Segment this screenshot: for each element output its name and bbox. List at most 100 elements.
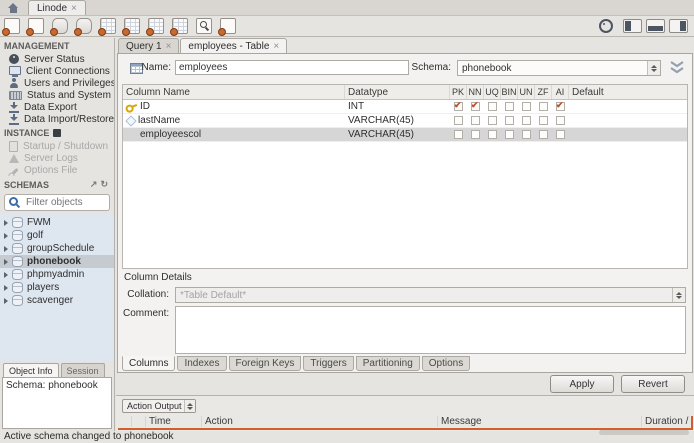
header-right-edge: [691, 416, 693, 430]
create-procedure-icon[interactable]: [146, 18, 164, 36]
table-row[interactable]: lastName VARCHAR(45): [123, 114, 687, 128]
table-row-selected[interactable]: employeescol VARCHAR(45): [123, 128, 687, 142]
server-info-icon[interactable]: [50, 18, 68, 36]
schema-item-phonebook[interactable]: phonebook: [0, 255, 114, 268]
sidebar-item-server-logs[interactable]: Server Logs: [0, 152, 114, 164]
close-icon[interactable]: ×: [273, 41, 279, 52]
sidebar-item-data-export[interactable]: Data Export: [0, 101, 114, 113]
tab-employees-table[interactable]: employees - Table ×: [180, 38, 288, 54]
nn-checkbox[interactable]: [471, 100, 480, 111]
horizontal-scrollbar-thumb[interactable]: [599, 430, 689, 435]
tab-foreign-keys[interactable]: Foreign Keys: [228, 356, 302, 371]
variables-icon: [9, 90, 22, 100]
sidebar-item-client-connections[interactable]: Client Connections: [0, 65, 114, 77]
name-label: Name:: [141, 62, 171, 73]
apply-button[interactable]: Apply: [550, 375, 614, 393]
toggle-right-panel-button[interactable]: [669, 19, 688, 33]
toggle-left-panel-button[interactable]: [623, 19, 642, 33]
create-view-icon[interactable]: [122, 18, 140, 36]
apply-revert-row: Apply Revert: [116, 373, 694, 395]
sidebar-item-server-status[interactable]: Server Status: [0, 53, 114, 65]
zf-checkbox[interactable]: [539, 116, 548, 125]
pk-checkbox[interactable]: [454, 130, 463, 139]
close-icon[interactable]: ×: [166, 41, 172, 52]
schema-item-phpmyadmin[interactable]: phpmyadmin: [0, 268, 114, 281]
nn-checkbox[interactable]: [471, 130, 480, 139]
connection-tab-close-icon[interactable]: ×: [71, 3, 77, 14]
search-objects-icon[interactable]: [196, 18, 212, 34]
home-tab[interactable]: [0, 1, 26, 15]
zf-checkbox[interactable]: [539, 130, 548, 139]
un-checkbox[interactable]: [522, 130, 531, 139]
connection-tab[interactable]: Linode ×: [28, 0, 86, 15]
sidebar-item-options-file[interactable]: Options File: [0, 164, 114, 176]
zf-checkbox[interactable]: [539, 102, 548, 111]
tab-options[interactable]: Options: [421, 356, 471, 371]
sidebar-item-data-import[interactable]: Data Import/Restore: [0, 113, 114, 125]
bin-checkbox[interactable]: [505, 116, 514, 125]
database-icon: [12, 230, 23, 241]
expander-icon[interactable]: [4, 258, 8, 265]
uq-checkbox[interactable]: [488, 102, 497, 111]
schema-item-players[interactable]: players: [0, 281, 114, 294]
reconnect-icon[interactable]: [218, 18, 236, 36]
stepper-icon[interactable]: [672, 288, 685, 302]
expander-icon[interactable]: [4, 297, 8, 304]
stepper-icon[interactable]: [184, 400, 195, 412]
bin-checkbox[interactable]: [505, 102, 514, 111]
un-checkbox[interactable]: [522, 116, 531, 125]
open-sql-script-icon[interactable]: [26, 18, 44, 36]
create-table-icon[interactable]: [98, 18, 116, 36]
ai-checkbox[interactable]: [556, 130, 565, 139]
tab-triggers[interactable]: Triggers: [303, 356, 354, 371]
schema-item-golf[interactable]: golf: [0, 229, 114, 242]
bin-checkbox[interactable]: [505, 130, 514, 139]
schema-item-fwm[interactable]: FWM: [0, 216, 114, 229]
expander-icon[interactable]: [4, 232, 8, 239]
tab-object-info[interactable]: Object Info: [3, 363, 59, 377]
uq-checkbox[interactable]: [488, 130, 497, 139]
tab-columns[interactable]: Columns: [122, 356, 176, 371]
uq-checkbox[interactable]: [488, 116, 497, 125]
expander-icon[interactable]: [4, 284, 8, 291]
sidebar-item-status-variables[interactable]: Status and System Variables: [0, 89, 114, 101]
table-name-input[interactable]: [175, 60, 409, 75]
schema-item-scavenger[interactable]: scavenger: [0, 294, 114, 307]
object-info-tabs: Object Info Session: [0, 361, 114, 377]
sidebar-item-startup-shutdown[interactable]: Startup / Shutdown: [0, 140, 114, 152]
search-icon: [9, 197, 20, 208]
action-output-select[interactable]: Action Output: [122, 399, 196, 413]
toggle-bottom-panel-button[interactable]: [646, 19, 665, 33]
revert-button[interactable]: Revert: [621, 375, 685, 393]
tab-partitioning[interactable]: Partitioning: [355, 356, 420, 371]
collation-select[interactable]: *Table Default*: [175, 287, 686, 303]
stepper-icon[interactable]: [647, 61, 660, 75]
create-schema-icon[interactable]: [74, 18, 92, 36]
database-icon: [12, 256, 23, 267]
schema-select[interactable]: phonebook: [457, 60, 661, 76]
pk-checkbox[interactable]: [454, 100, 463, 111]
ai-checkbox[interactable]: [556, 116, 565, 125]
refresh-icon[interactable]: ↻: [100, 179, 108, 190]
chevron-double-down-icon[interactable]: [668, 61, 686, 75]
nn-checkbox[interactable]: [471, 116, 480, 125]
instance-section-header: INSTANCE: [0, 125, 114, 140]
new-query-tab-icon[interactable]: [2, 18, 20, 36]
ai-checkbox[interactable]: [556, 100, 565, 111]
comment-textarea[interactable]: [175, 306, 686, 354]
tab-session[interactable]: Session: [60, 363, 105, 377]
create-function-icon[interactable]: [170, 18, 188, 36]
sidebar-item-users-privileges[interactable]: Users and Privileges: [0, 77, 114, 89]
schema-item-groupschedule[interactable]: groupSchedule: [0, 242, 114, 255]
tab-query-1[interactable]: Query 1 ×: [118, 38, 180, 54]
expander-icon[interactable]: [4, 219, 8, 226]
expand-icon[interactable]: ↗: [90, 179, 98, 190]
expander-icon[interactable]: [4, 245, 8, 252]
pk-checkbox[interactable]: [454, 116, 463, 125]
expander-icon[interactable]: [4, 271, 8, 278]
person-icon: [9, 78, 19, 88]
un-checkbox[interactable]: [522, 102, 531, 111]
table-row[interactable]: ID INT: [123, 100, 687, 114]
schema-filter-input[interactable]: [24, 196, 108, 209]
tab-indexes[interactable]: Indexes: [177, 356, 227, 371]
